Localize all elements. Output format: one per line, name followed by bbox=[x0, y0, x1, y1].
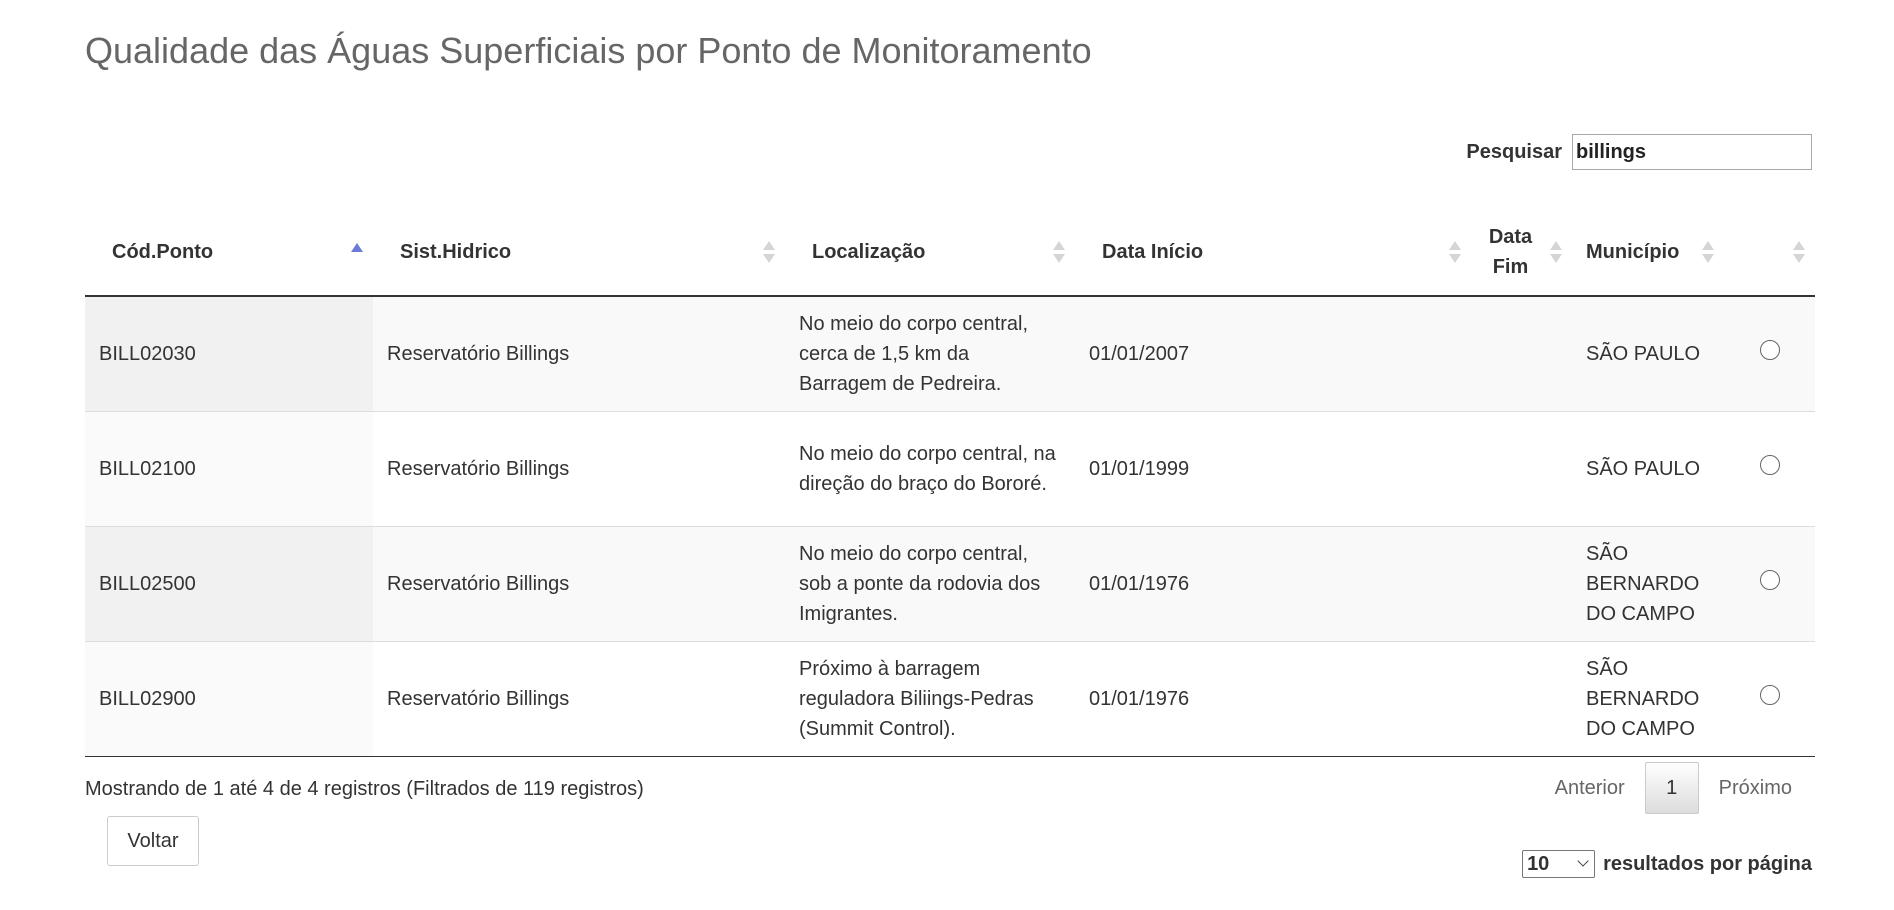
cell-end-date bbox=[1471, 411, 1572, 527]
row-select-radio[interactable] bbox=[1759, 570, 1780, 590]
sort-ascending-icon bbox=[351, 242, 363, 266]
search-label: Pesquisar bbox=[1466, 140, 1562, 163]
sort-icon bbox=[1053, 240, 1065, 264]
previous-page-link[interactable]: Anterior bbox=[1535, 777, 1645, 800]
back-button[interactable]: Voltar bbox=[107, 816, 199, 866]
header-label: Data Início bbox=[1102, 240, 1204, 263]
page-length-value: 10 bbox=[1527, 853, 1550, 875]
header-label: Localização bbox=[812, 240, 926, 263]
row-select-radio[interactable] bbox=[1759, 685, 1780, 705]
row-select-radio[interactable] bbox=[1759, 340, 1780, 360]
header-cod-ponto[interactable]: Cód.Ponto bbox=[85, 208, 373, 297]
header-localizacao[interactable]: Localização bbox=[785, 208, 1075, 297]
cell-municipality: SÃO PAULO bbox=[1572, 296, 1724, 412]
cell-location: No meio do corpo central, sob a ponte da… bbox=[785, 526, 1075, 642]
cell-code: BILL02100 bbox=[85, 411, 373, 527]
cell-end-date bbox=[1471, 641, 1572, 757]
sort-icon bbox=[1702, 240, 1714, 264]
page-length-select[interactable]: 10 bbox=[1522, 850, 1596, 878]
sort-icon bbox=[763, 240, 775, 264]
cell-start-date: 01/01/2007 bbox=[1075, 296, 1471, 412]
cell-start-date: 01/01/1999 bbox=[1075, 411, 1471, 527]
sort-icon bbox=[1449, 240, 1461, 264]
next-page-link[interactable]: Próximo bbox=[1699, 777, 1812, 800]
table-row[interactable]: BILL02030 Reservatório Billings No meio … bbox=[85, 296, 1815, 412]
header-label: Data Fim bbox=[1488, 225, 1533, 278]
table-row[interactable]: BILL02900 Reservatório Billings Próximo … bbox=[85, 641, 1815, 757]
header-label: Cód.Ponto bbox=[112, 240, 214, 263]
cell-location: No meio do corpo central, na direção do … bbox=[785, 411, 1075, 527]
header-sist-hidrico[interactable]: Sist.Hidrico bbox=[373, 208, 785, 297]
sort-icon bbox=[1550, 240, 1562, 264]
header-label: Município bbox=[1586, 240, 1680, 263]
cell-system: Reservatório Billings bbox=[373, 641, 785, 757]
table-info: Mostrando de 1 até 4 de 4 registros (Fil… bbox=[85, 778, 644, 800]
cell-municipality: SÃO BERNARDO DO CAMPO bbox=[1572, 526, 1724, 642]
search-input[interactable] bbox=[1572, 134, 1812, 170]
cell-municipality: SÃO PAULO bbox=[1572, 411, 1724, 527]
cell-code: BILL02030 bbox=[85, 296, 373, 412]
cell-code: BILL02900 bbox=[85, 641, 373, 757]
header-municipio[interactable]: Município bbox=[1572, 208, 1724, 297]
page-number-button[interactable]: 1 bbox=[1644, 762, 1699, 814]
header-label: Sist.Hidrico bbox=[400, 240, 512, 263]
cell-location: No meio do corpo central, cerca de 1,5 k… bbox=[785, 296, 1075, 412]
header-data-fim[interactable]: Data Fim bbox=[1471, 208, 1572, 297]
chevron-down-icon bbox=[1577, 855, 1589, 867]
cell-start-date: 01/01/1976 bbox=[1075, 526, 1471, 642]
cell-end-date bbox=[1471, 526, 1572, 642]
pagination: Anterior 1 Próximo bbox=[1535, 762, 1812, 814]
cell-code: BILL02500 bbox=[85, 526, 373, 642]
cell-system: Reservatório Billings bbox=[373, 526, 785, 642]
search-area: Pesquisar bbox=[1466, 134, 1812, 170]
table-row[interactable]: BILL02100 Reservatório Billings No meio … bbox=[85, 411, 1815, 527]
monitoring-points-table: Cód.Ponto Sist.Hidrico Localização Data … bbox=[85, 208, 1815, 757]
page-title: Qualidade das Águas Superficiais por Pon… bbox=[85, 30, 1092, 71]
cell-end-date bbox=[1471, 296, 1572, 412]
header-select[interactable] bbox=[1724, 208, 1815, 297]
sort-icon bbox=[1793, 240, 1805, 264]
page-length-control: 10 resultados por página bbox=[1522, 850, 1812, 878]
cell-system: Reservatório Billings bbox=[373, 296, 785, 412]
page-length-label: resultados por página bbox=[1603, 852, 1812, 875]
cell-system: Reservatório Billings bbox=[373, 411, 785, 527]
table-header-row: Cód.Ponto Sist.Hidrico Localização Data … bbox=[85, 208, 1815, 297]
table-row[interactable]: BILL02500 Reservatório Billings No meio … bbox=[85, 526, 1815, 642]
cell-start-date: 01/01/1976 bbox=[1075, 641, 1471, 757]
row-select-radio[interactable] bbox=[1759, 455, 1780, 475]
cell-municipality: SÃO BERNARDO DO CAMPO bbox=[1572, 641, 1724, 757]
header-data-inicio[interactable]: Data Início bbox=[1075, 208, 1471, 297]
cell-location: Próximo à barragem reguladora Biliings-P… bbox=[785, 641, 1075, 757]
